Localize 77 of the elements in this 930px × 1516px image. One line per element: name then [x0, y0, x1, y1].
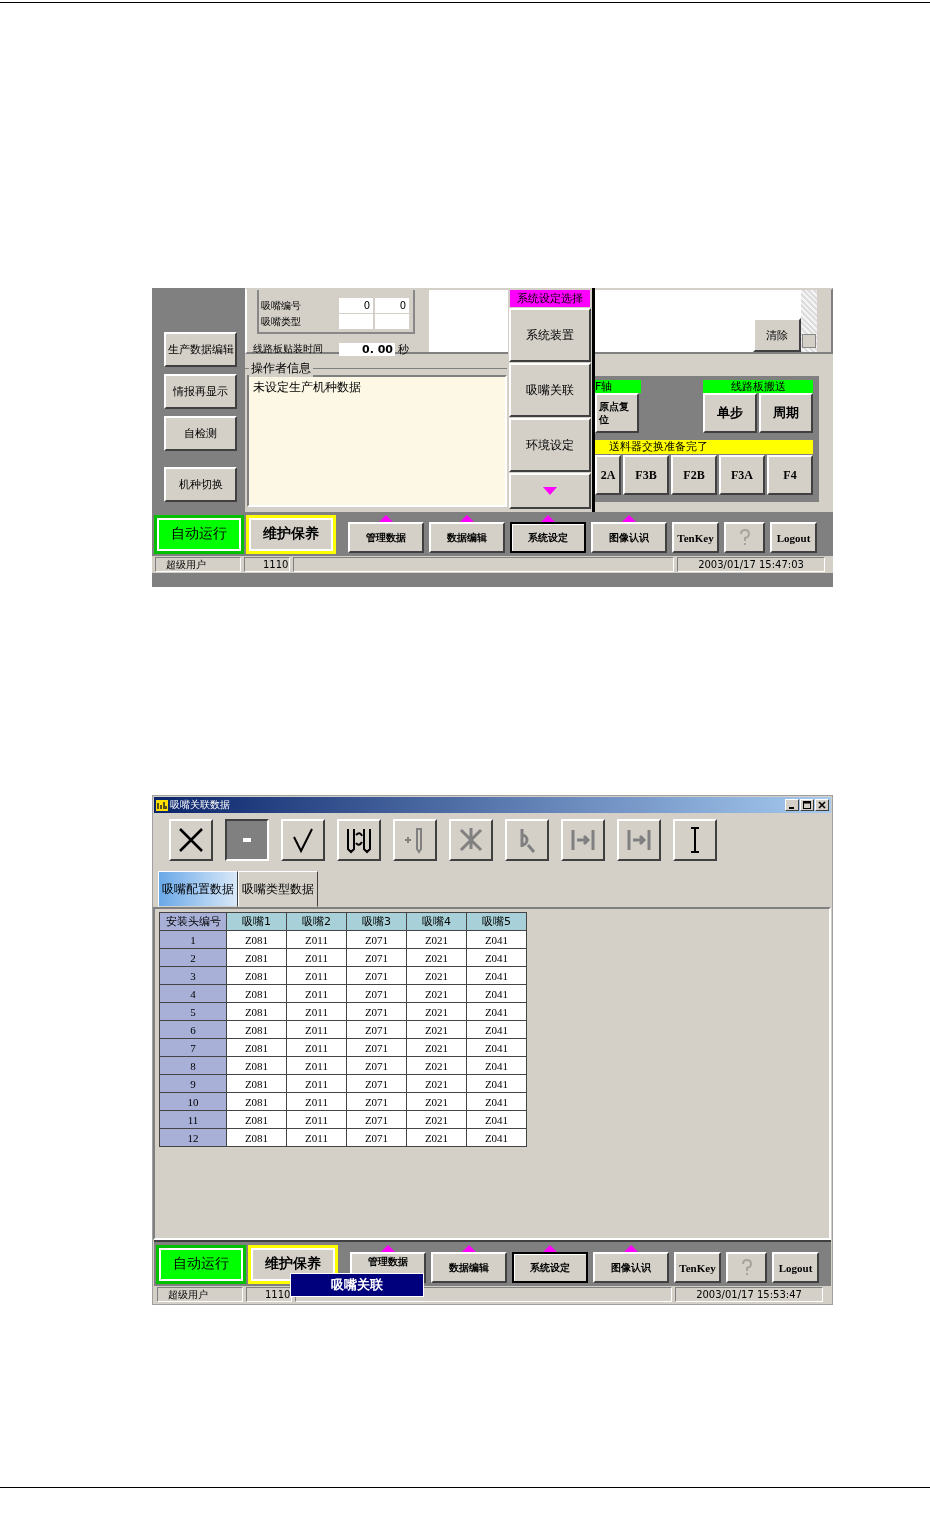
- question-mark-icon: [740, 1258, 753, 1277]
- unit-label: 秒: [398, 341, 409, 357]
- transport-button[interactable]: 单步: [703, 393, 757, 433]
- param-label: 吸嘴编号: [261, 299, 302, 313]
- menu-button[interactable]: TenKey: [672, 522, 719, 553]
- home-button[interactable]: 原点复位: [595, 393, 639, 433]
- help-button[interactable]: [726, 1252, 767, 1283]
- group-title: 操作者信息: [249, 360, 313, 377]
- side-button[interactable]: 生产数据编辑: [164, 332, 237, 367]
- feeder-button[interactable]: F3B: [623, 455, 669, 495]
- transport-label: 线路板搬送: [703, 380, 813, 393]
- mode-button[interactable]: 自动运行: [156, 1244, 246, 1284]
- feeder-button[interactable]: 2A: [595, 455, 621, 495]
- menu-button[interactable]: 数据编辑: [429, 522, 505, 553]
- datetime-status: 2003/01/17 15:53:47: [675, 1287, 823, 1302]
- column-header: 吸嘴4: [406, 912, 467, 931]
- param-value: [375, 314, 409, 329]
- user-status: 超级用户: [157, 1287, 243, 1302]
- menu-button[interactable]: Logout: [772, 1252, 819, 1283]
- menu-item[interactable]: 环境设定: [509, 418, 591, 472]
- code-status: 1110: [246, 1287, 292, 1302]
- feeder-status: 送料器交换准备完了: [595, 440, 813, 454]
- param-label: 吸嘴类型: [261, 315, 302, 329]
- mount-time-label: 线路板贴装时间: [253, 342, 324, 356]
- column-header: 吸嘴1: [226, 912, 287, 931]
- param-value: [339, 314, 373, 329]
- mode-button[interactable]: 自动运行: [154, 514, 244, 554]
- window-title: 吸嘴关联数据: [170, 798, 231, 812]
- side-button[interactable]: 情报再显示: [164, 374, 237, 409]
- menu-button[interactable]: TenKey: [674, 1252, 721, 1283]
- feeder-button[interactable]: F3A: [719, 455, 765, 495]
- scrollbar[interactable]: [801, 290, 817, 352]
- param-value: 0: [339, 298, 373, 313]
- side-button[interactable]: 自检测: [164, 416, 237, 451]
- mode-button[interactable]: 维护保养: [246, 514, 336, 554]
- menu-button[interactable]: 图像认识: [593, 1252, 669, 1283]
- menu-button[interactable]: 管理数据: [348, 522, 424, 553]
- datetime-status: 2003/01/17 15:47:03: [677, 557, 825, 572]
- user-status: 超级用户: [155, 557, 241, 572]
- feeder-button[interactable]: F4: [767, 455, 813, 495]
- help-button[interactable]: [724, 522, 765, 553]
- message-text: 未设定生产机种数据: [253, 380, 361, 394]
- toolbar-button[interactable]: [225, 819, 269, 861]
- column-header: 吸嘴2: [286, 912, 347, 931]
- menu-button[interactable]: 数据编辑: [431, 1252, 507, 1283]
- menu-button[interactable]: 系统设定: [512, 1252, 588, 1283]
- tab[interactable]: 吸嘴类型数据: [238, 871, 318, 907]
- question-mark-icon: [738, 528, 751, 547]
- cursor-icon: [690, 827, 700, 853]
- column-header: 安装头编号: [159, 912, 227, 931]
- scroll-down-button[interactable]: [509, 473, 591, 509]
- minimize-button[interactable]: [785, 799, 799, 811]
- feeder-button[interactable]: F2B: [671, 455, 717, 495]
- menu-button[interactable]: 系统设定: [510, 522, 586, 553]
- down-triangle-icon: [543, 487, 557, 495]
- clear-button[interactable]: 清除: [753, 318, 801, 352]
- square-icon: [243, 838, 251, 842]
- tooltip: 吸嘴关联: [290, 1273, 424, 1297]
- close-icon: [818, 801, 826, 809]
- menu-item[interactable]: 吸嘴关联: [509, 363, 591, 417]
- menu-item[interactable]: 系统装置: [509, 308, 591, 362]
- close-button[interactable]: [815, 799, 829, 811]
- code-status: 1110: [244, 557, 290, 572]
- maximize-button[interactable]: [800, 799, 814, 811]
- param-value: 0: [375, 298, 409, 313]
- side-button[interactable]: 机种切换: [164, 467, 237, 502]
- menu-button[interactable]: Logout: [770, 522, 817, 553]
- tab[interactable]: 吸嘴配置数据: [158, 871, 238, 907]
- menu-title: 系统设定选择: [510, 290, 590, 307]
- axis-label: F轴: [595, 380, 641, 393]
- mount-time-value: 0. 00: [339, 342, 395, 356]
- maximize-icon: [803, 801, 811, 809]
- column-header: 吸嘴3: [346, 912, 407, 931]
- transport-button[interactable]: 周期: [759, 393, 813, 433]
- column-header: 吸嘴5: [466, 912, 527, 931]
- app-icon: [156, 799, 168, 811]
- menu-button[interactable]: 图像认识: [591, 522, 667, 553]
